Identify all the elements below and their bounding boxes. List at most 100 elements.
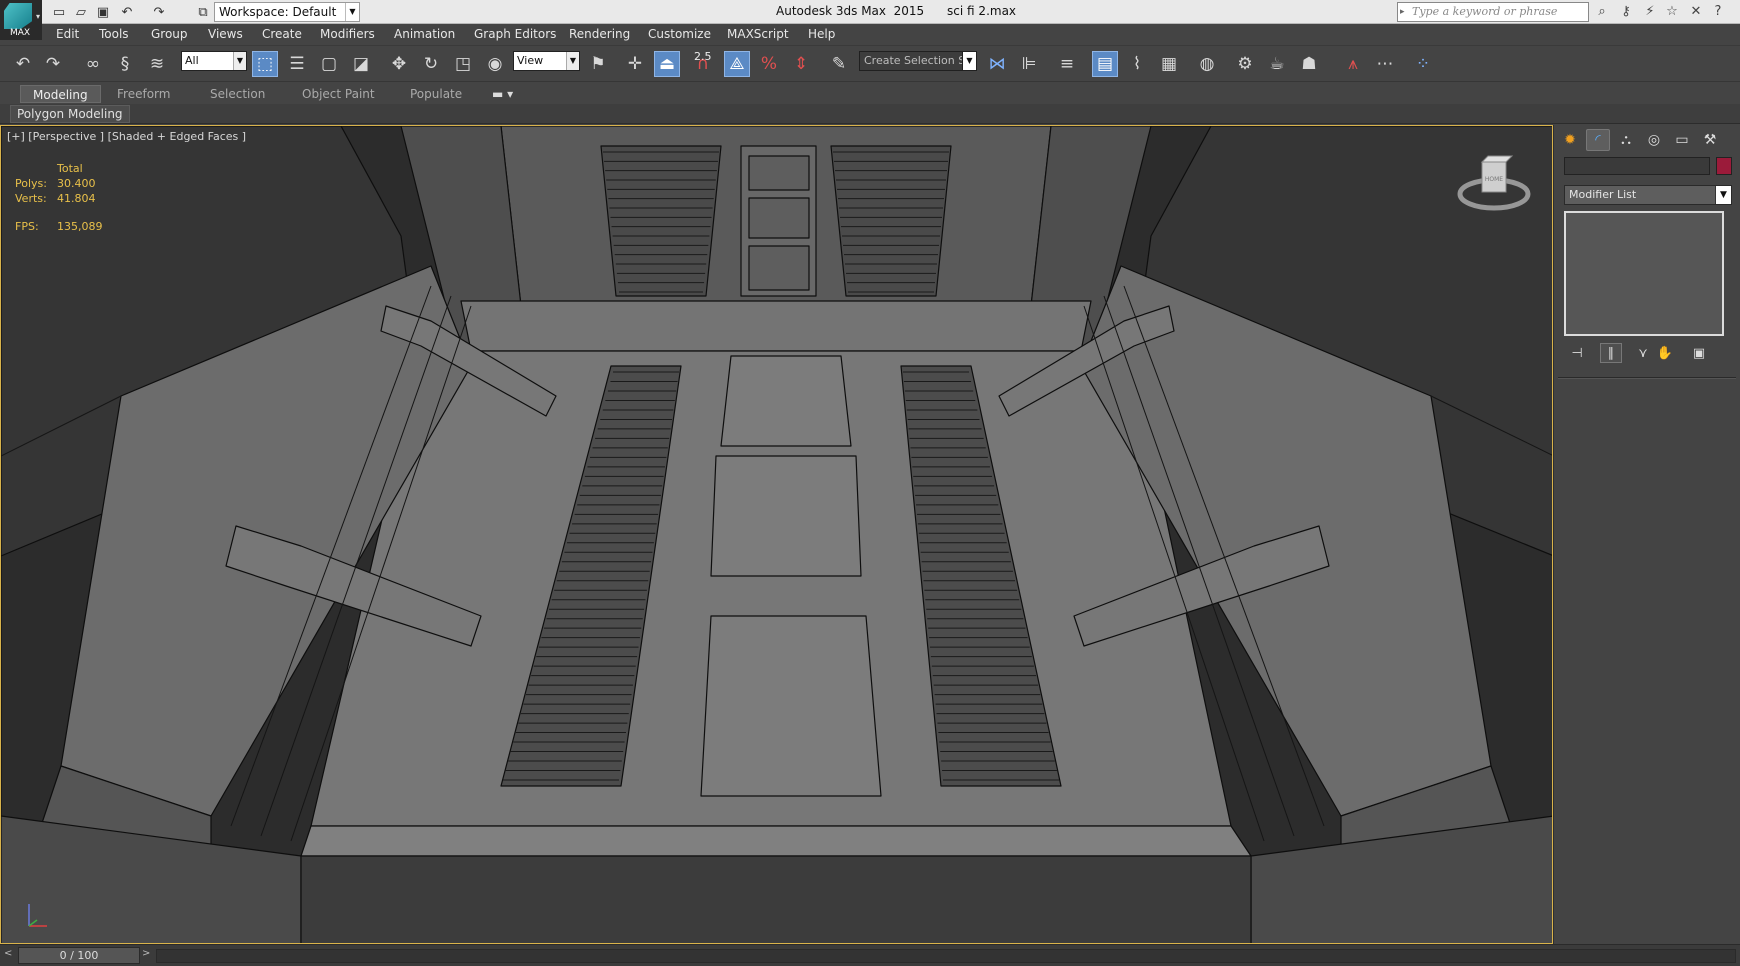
bind-space-warp-icon[interactable]: ≋ [144,51,170,77]
menu-tools[interactable]: Tools [99,27,129,41]
percent-snap-icon[interactable]: % [756,51,782,77]
menu-animation[interactable]: Animation [394,27,455,41]
modify-tab-icon[interactable]: ◜ [1586,129,1610,151]
next-frame-icon[interactable]: > [142,948,154,964]
app-logo-text: MAX [10,28,31,38]
ribbon-options-icon[interactable]: ▬ ▾ [480,85,525,103]
communication-center-icon[interactable]: ⚡ [1640,3,1660,21]
scene-explorer-icon[interactable]: ▤ [1092,51,1118,77]
polygon-modeling-panel: Polygon Modeling [0,104,1740,124]
hierarchy-tab-icon[interactable]: ⛬ [1614,129,1638,151]
select-object-icon[interactable]: ⬚ [252,51,278,77]
remove-modifier-icon[interactable]: ✋ [1654,343,1676,363]
menu-group[interactable]: Group [151,27,188,41]
select-and-link-icon[interactable]: ∞ [80,51,106,77]
select-and-place-icon[interactable]: ◉ [482,51,508,77]
viewcube[interactable]: HOME [1456,148,1532,218]
search-input[interactable]: ▸ Type a keyword or phrase [1397,2,1589,22]
modifier-list-dropdown[interactable]: Modifier List ▼ [1564,185,1732,205]
utilities-tab-icon[interactable]: ⚒ [1698,129,1722,151]
select-and-rotate-icon[interactable]: ↻ [418,51,444,77]
select-manipulate-icon[interactable]: ✛ [622,51,648,77]
menu-graph-editors[interactable]: Graph Editors [474,27,556,41]
pivot-center-icon[interactable]: ⚑ [585,51,611,77]
stats-fps-value: 135,089 [57,220,103,233]
reference-coordinate-dropdown[interactable]: View ▼ [513,51,580,71]
object-color-swatch[interactable] [1716,157,1732,175]
favorites-star-icon[interactable]: ☆ [1662,3,1682,21]
spinner-snap-icon[interactable]: ⇕ [788,51,814,77]
unlink-icon[interactable]: § [112,51,138,77]
chevron-down-icon: ▼ [962,52,976,70]
menu-help[interactable]: Help [808,27,835,41]
mirror-icon[interactable]: ⋈ [984,51,1010,77]
tab-selection[interactable]: Selection [198,85,277,103]
graphite-tools-icon[interactable]: ⩚ [1340,51,1366,77]
menu-views[interactable]: Views [208,27,243,41]
show-end-result-icon[interactable]: ∥ [1600,343,1622,363]
undo-icon[interactable]: ↶ [10,51,36,77]
exchange-icon[interactable]: ✕ [1686,3,1706,21]
motion-tab-icon[interactable]: ◎ [1642,129,1666,151]
schematic-view-icon[interactable]: ▦ [1156,51,1182,77]
tab-object-paint[interactable]: Object Paint [290,85,387,103]
search-placeholder: Type a keyword or phrase [1412,5,1558,18]
render-setup-icon[interactable]: ⚙ [1232,51,1258,77]
tab-modeling[interactable]: Modeling [20,85,101,103]
window-title: Autodesk 3ds Max 2015 sci fi 2.max [776,4,1017,18]
redo-icon[interactable]: ↷ [150,3,168,21]
select-and-scale-icon[interactable]: ◳ [450,51,476,77]
angle-snap-icon[interactable]: ⟁ [724,51,750,77]
subscription-key-icon[interactable]: ⚷ [1616,3,1636,21]
tab-populate[interactable]: Populate [398,85,474,103]
menu-customize[interactable]: Customize [648,27,711,41]
timeline-track[interactable] [156,949,1736,963]
previous-frame-icon[interactable]: < [4,948,16,964]
save-file-icon[interactable]: ▣ [94,3,112,21]
modifier-stack[interactable] [1564,211,1724,336]
menu-maxscript[interactable]: MAXScript [727,27,789,41]
menu-modifiers[interactable]: Modifiers [320,27,375,41]
rectangular-selection-icon[interactable]: ▢ [316,51,342,77]
keyboard-shortcut-override-icon[interactable]: ⏏ [654,51,680,77]
create-tab-icon[interactable]: ✹ [1558,129,1582,151]
select-by-name-icon[interactable]: ☰ [284,51,310,77]
make-unique-icon[interactable]: ⋎ [1632,343,1654,363]
help-icon[interactable]: ? [1708,3,1728,21]
stats-polys-label: Polys: [15,177,47,190]
layer-manager-icon[interactable]: ≡ [1054,51,1080,77]
pin-stack-icon[interactable]: ⊣ [1566,343,1588,363]
object-name-field[interactable] [1564,157,1710,175]
time-slider[interactable]: 0 / 100 [18,947,140,964]
project-folder-icon[interactable]: ⧉ [194,3,212,21]
select-and-move-icon[interactable]: ✥ [386,51,412,77]
redo-icon[interactable]: ↷ [40,51,66,77]
menu-create[interactable]: Create [262,27,302,41]
workspace-dropdown[interactable]: Workspace: Default ▼ [214,2,360,22]
selection-filter-dropdown[interactable]: All ▼ [181,51,247,71]
viewport-label[interactable]: [+] [Perspective ] [Shaded + Edged Faces… [7,130,246,143]
undo-icon[interactable]: ↶ [118,3,136,21]
tab-freeform[interactable]: Freeform [105,85,182,103]
binoculars-icon[interactable]: ⌕ [1592,3,1612,21]
polygon-modeling-button[interactable]: Polygon Modeling [10,105,130,123]
named-selection-sets-dropdown[interactable]: Create Selection Se ▼ [859,51,977,71]
particle-view-icon[interactable]: ⁘ [1410,51,1436,77]
configure-modifier-sets-icon[interactable]: ▣ [1688,343,1710,363]
ribbon-toggle-icon[interactable]: ⋯ [1372,51,1398,77]
window-crossing-icon[interactable]: ◪ [348,51,374,77]
menu-edit[interactable]: Edit [56,27,79,41]
edit-named-selection-icon[interactable]: ✎ [826,51,852,77]
curve-editor-icon[interactable]: ⌇ [1124,51,1150,77]
new-file-icon[interactable]: ▭ [50,3,68,21]
material-editor-icon[interactable]: ◍ [1194,51,1220,77]
display-tab-icon[interactable]: ▭ [1670,129,1694,151]
render-production-icon[interactable]: ☗ [1296,51,1322,77]
rendered-frame-window-icon[interactable]: ☕ [1264,51,1290,77]
app-menu-button[interactable]: MAX ▾ [0,0,42,40]
perspective-viewport[interactable]: [+] [Perspective ] [Shaded + Edged Faces… [0,125,1553,944]
open-file-icon[interactable]: ▱ [72,3,90,21]
align-icon[interactable]: ⊫ [1016,51,1042,77]
chevron-down-icon: ▾ [35,12,40,21]
menu-rendering[interactable]: Rendering [569,27,630,41]
